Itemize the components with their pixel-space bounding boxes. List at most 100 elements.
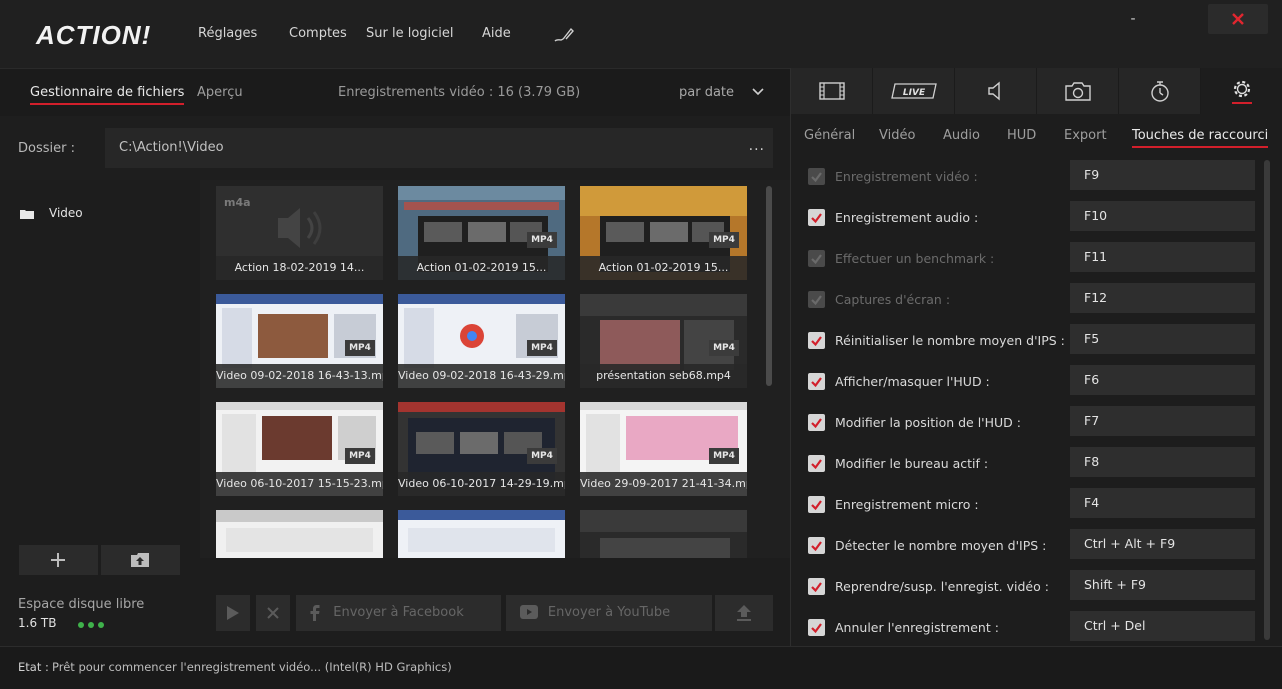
thumbnail-item[interactable]: MP4 Video 09-02-2018 16-43-29.mp4 xyxy=(398,294,565,388)
close-button[interactable] xyxy=(1208,4,1268,34)
settings-scrollbar[interactable] xyxy=(1264,160,1270,640)
format-badge: MP4 xyxy=(709,340,739,356)
shortcut-checkbox[interactable] xyxy=(808,250,825,267)
checkmark-icon xyxy=(811,254,822,265)
shortcut-key-field[interactable]: F10 xyxy=(1070,201,1255,231)
tab-file-manager[interactable]: Gestionnaire de fichiers xyxy=(30,85,185,105)
status-bar: Etat : Prêt pour commencer l'enregistrem… xyxy=(0,646,1282,689)
thumbnail-title: Video 09-02-2018 16-43-29.mp4 xyxy=(398,364,565,388)
chevron-down-icon[interactable] xyxy=(752,87,764,97)
shortcut-checkbox[interactable] xyxy=(808,578,825,595)
add-folder-button[interactable] xyxy=(19,545,98,575)
format-badge: MP4 xyxy=(345,448,375,464)
upload-button[interactable] xyxy=(715,595,773,631)
shortcut-row: Reprendre/susp. l'enregist. vidéo : Shift… xyxy=(791,566,1261,607)
thumbnail-item[interactable]: MP4 Video 06-10-2017 14-29-19.mp4 xyxy=(398,402,565,496)
thumbnail-item[interactable]: MP4 Video 09-02-2018 16-43-13.mp4 xyxy=(216,294,383,388)
tab-export[interactable]: Export xyxy=(1064,128,1107,143)
shortcut-key-field[interactable]: F5 xyxy=(1070,324,1255,354)
format-badge: MP4 xyxy=(527,340,557,356)
checkmark-icon xyxy=(811,500,822,511)
menu-about[interactable]: Sur le logiciel xyxy=(366,26,454,41)
tab-audio[interactable]: Audio xyxy=(943,128,980,143)
shortcut-key-field[interactable]: F11 xyxy=(1070,242,1255,272)
shortcut-row: Enregistrement audio : F10 xyxy=(791,197,1261,238)
shortcut-checkbox[interactable] xyxy=(808,373,825,390)
shortcut-key-field[interactable]: Ctrl + Alt + F9 xyxy=(1070,529,1255,559)
tab-general[interactable]: Général xyxy=(804,128,855,143)
tab-live-streaming[interactable]: LIVE xyxy=(873,68,955,114)
format-badge: MP4 xyxy=(709,232,739,248)
close-icon xyxy=(1232,13,1244,25)
shortcut-row: Modifier le bureau actif : F8 xyxy=(791,443,1261,484)
stopwatch-icon xyxy=(1150,81,1169,102)
shortcut-key-field[interactable]: F6 xyxy=(1070,365,1255,395)
thumbnail-item[interactable]: MP4 Action 01-02-2019 15... xyxy=(580,186,747,280)
format-badge: MP4 xyxy=(709,448,739,464)
shortcut-key-field[interactable]: F12 xyxy=(1070,283,1255,313)
shortcut-checkbox[interactable] xyxy=(808,291,825,308)
browse-folder-button[interactable]: ... xyxy=(749,138,765,154)
shortcut-checkbox[interactable] xyxy=(808,496,825,513)
shortcut-checkbox[interactable] xyxy=(808,332,825,349)
shortcut-checkbox[interactable] xyxy=(808,168,825,185)
tab-preview[interactable]: Aperçu xyxy=(197,85,243,100)
minimize-button[interactable]: - xyxy=(1116,12,1150,36)
thumbnail-title: Video 29-09-2017 21-41-34.mp4 xyxy=(580,472,747,496)
tab-video[interactable]: Vidéo xyxy=(879,128,915,143)
checkmark-icon xyxy=(811,541,822,552)
grid-scrollbar[interactable] xyxy=(766,186,772,386)
thumbnail-title: Video 06-10-2017 15-15-23.mp4 xyxy=(216,472,383,496)
plus-icon xyxy=(51,553,65,567)
thumbnail-item[interactable]: m4a Action 18-02-2019 14... xyxy=(216,186,383,280)
upload-facebook-button[interactable]: Envoyer à Facebook xyxy=(296,595,501,631)
upload-youtube-button[interactable]: Envoyer à YouTube xyxy=(506,595,712,631)
tab-video-recording[interactable] xyxy=(791,68,873,114)
shortcut-key-field[interactable]: F8 xyxy=(1070,447,1255,477)
delete-button[interactable] xyxy=(256,595,290,631)
status-label: Etat : xyxy=(18,660,49,674)
menu-accounts[interactable]: Comptes xyxy=(289,26,347,41)
shortcut-key-field[interactable]: Shift + F9 xyxy=(1070,570,1255,600)
shortcut-checkbox[interactable] xyxy=(808,619,825,636)
tab-general-settings[interactable] xyxy=(1201,68,1282,114)
tab-screenshot[interactable] xyxy=(1037,68,1119,114)
thumbnail-item[interactable]: MP4 présentation seb68.mp4 xyxy=(580,294,747,388)
shortcut-key-field[interactable]: Ctrl + Del xyxy=(1070,611,1255,641)
tab-audio-recording[interactable] xyxy=(955,68,1037,114)
open-folder-button[interactable] xyxy=(101,545,180,575)
tab-hud[interactable]: HUD xyxy=(1007,128,1036,143)
disk-space-value: 1.6 TB xyxy=(18,616,57,630)
shortcut-label: Reprendre/susp. l'enregist. vidéo : xyxy=(835,579,1049,594)
thumbnail-item[interactable]: MP4 Action 01-02-2019 15... xyxy=(398,186,565,280)
checkmark-icon xyxy=(811,295,822,306)
menu-help[interactable]: Aide xyxy=(482,26,511,41)
shortcut-row: Modifier la position de l'HUD : F7 xyxy=(791,402,1261,443)
shortcut-key-field[interactable]: F4 xyxy=(1070,488,1255,518)
thumbnail-grid: m4a Action 18-02-2019 14... MP4 Action 0… xyxy=(200,180,790,558)
checkmark-icon xyxy=(811,623,822,634)
thumbnail-item[interactable] xyxy=(216,510,383,558)
folder-sidebar: Video Espace disque libre 1.6 TB xyxy=(0,180,200,646)
thumbnail-item[interactable]: MP4 Video 06-10-2017 15-15-23.mp4 xyxy=(216,402,383,496)
shortcut-label: Enregistrement vidéo : xyxy=(835,169,978,184)
shortcut-label: Captures d'écran : xyxy=(835,292,951,307)
shortcut-key-field[interactable]: F7 xyxy=(1070,406,1255,436)
shortcut-label: Enregistrement micro : xyxy=(835,497,979,512)
folder-path-field[interactable]: C:\Action!\Video ... xyxy=(105,128,773,168)
thumbnail-item[interactable] xyxy=(580,510,747,558)
shortcut-key-field[interactable]: F9 xyxy=(1070,160,1255,190)
play-button[interactable] xyxy=(216,595,250,631)
sort-dropdown[interactable]: par date xyxy=(679,85,734,100)
shortcut-label: Afficher/masquer l'HUD : xyxy=(835,374,990,389)
thumbnail-item[interactable] xyxy=(398,510,565,558)
tab-shortcuts[interactable]: Touches de raccourci xyxy=(1132,128,1269,148)
shortcut-checkbox[interactable] xyxy=(808,455,825,472)
shortcut-checkbox[interactable] xyxy=(808,209,825,226)
tab-benchmark[interactable] xyxy=(1119,68,1201,114)
thumbnail-item[interactable]: MP4 Video 29-09-2017 21-41-34.mp4 xyxy=(580,402,747,496)
menu-settings[interactable]: Réglages xyxy=(198,26,257,41)
pen-icon[interactable] xyxy=(553,24,575,44)
shortcut-checkbox[interactable] xyxy=(808,537,825,554)
shortcut-checkbox[interactable] xyxy=(808,414,825,431)
